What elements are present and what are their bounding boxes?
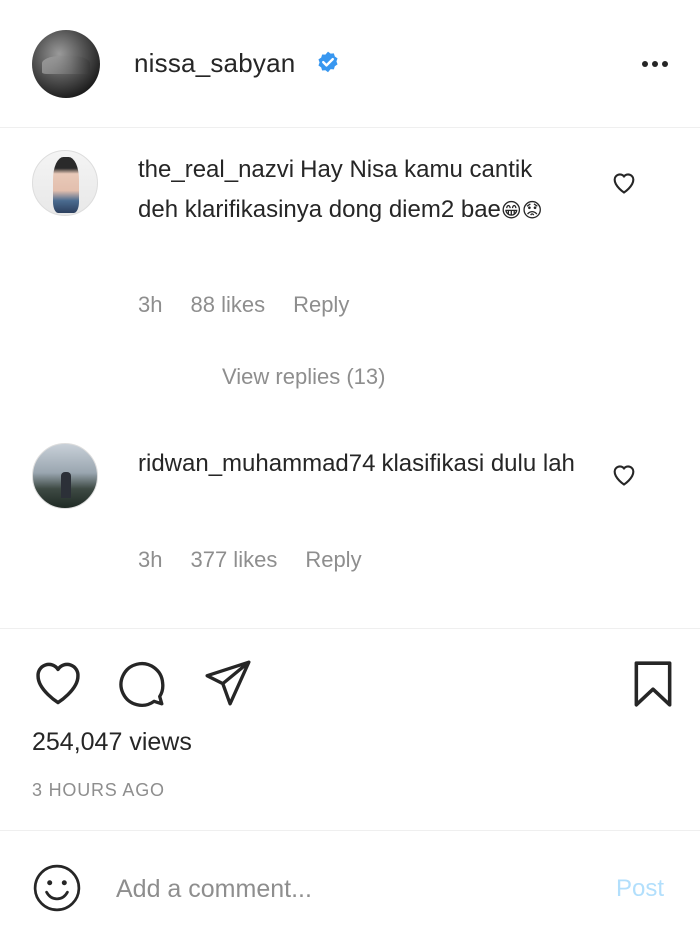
view-replies-button[interactable]: View replies (13) — [222, 364, 385, 390]
comment-input[interactable] — [116, 871, 586, 907]
post-button[interactable]: Post — [616, 875, 664, 903]
comment-username[interactable]: ridwan_muhammad74 — [138, 450, 375, 477]
avatar[interactable] — [32, 443, 98, 509]
post-username[interactable]: nissa_sabyan — [134, 48, 295, 79]
post-header: nissa_sabyan — [0, 0, 700, 128]
avatar[interactable] — [32, 150, 98, 216]
avatar[interactable] — [32, 30, 100, 98]
reply-button[interactable]: Reply — [305, 547, 361, 572]
comment-like-heart-icon[interactable] — [610, 169, 638, 195]
more-options-icon[interactable] — [638, 52, 672, 76]
comment-meta: 3h 377 likes Reply — [138, 547, 390, 573]
comment-time: 3h — [138, 292, 163, 317]
share-icon[interactable] — [202, 658, 254, 708]
post-timestamp: 3 HOURS AGO — [32, 780, 165, 800]
comment-username[interactable]: the_real_nazvi — [138, 156, 294, 183]
verified-badge-icon — [318, 51, 338, 73]
comment-body: klasifikasi dulu lah — [381, 450, 575, 477]
comment-text: the_real_nazvi Hay Nisa kamu cantik deh k… — [138, 150, 578, 231]
comment-text: ridwan_muhammad74 klasifikasi dulu lah — [138, 444, 578, 484]
comment-likes[interactable]: 88 likes — [190, 292, 265, 317]
emoji-grin: 😁 — [500, 200, 522, 222]
action-bar — [0, 650, 700, 720]
comment-like-heart-icon[interactable] — [610, 461, 638, 487]
reply-button[interactable]: Reply — [293, 292, 349, 317]
heart-icon[interactable] — [32, 658, 84, 706]
view-count[interactable]: 254,047 views — [32, 728, 192, 757]
smile-icon[interactable] — [32, 863, 82, 913]
emoji-worried: 😟 — [521, 200, 543, 222]
comment-meta: 3h 88 likes Reply — [138, 292, 377, 318]
comment-icon[interactable] — [116, 658, 168, 708]
divider — [0, 628, 700, 629]
add-comment-bar: Post — [0, 830, 700, 934]
bookmark-icon[interactable] — [628, 658, 678, 710]
comment-likes[interactable]: 377 likes — [190, 547, 277, 572]
comment-time: 3h — [138, 547, 163, 572]
